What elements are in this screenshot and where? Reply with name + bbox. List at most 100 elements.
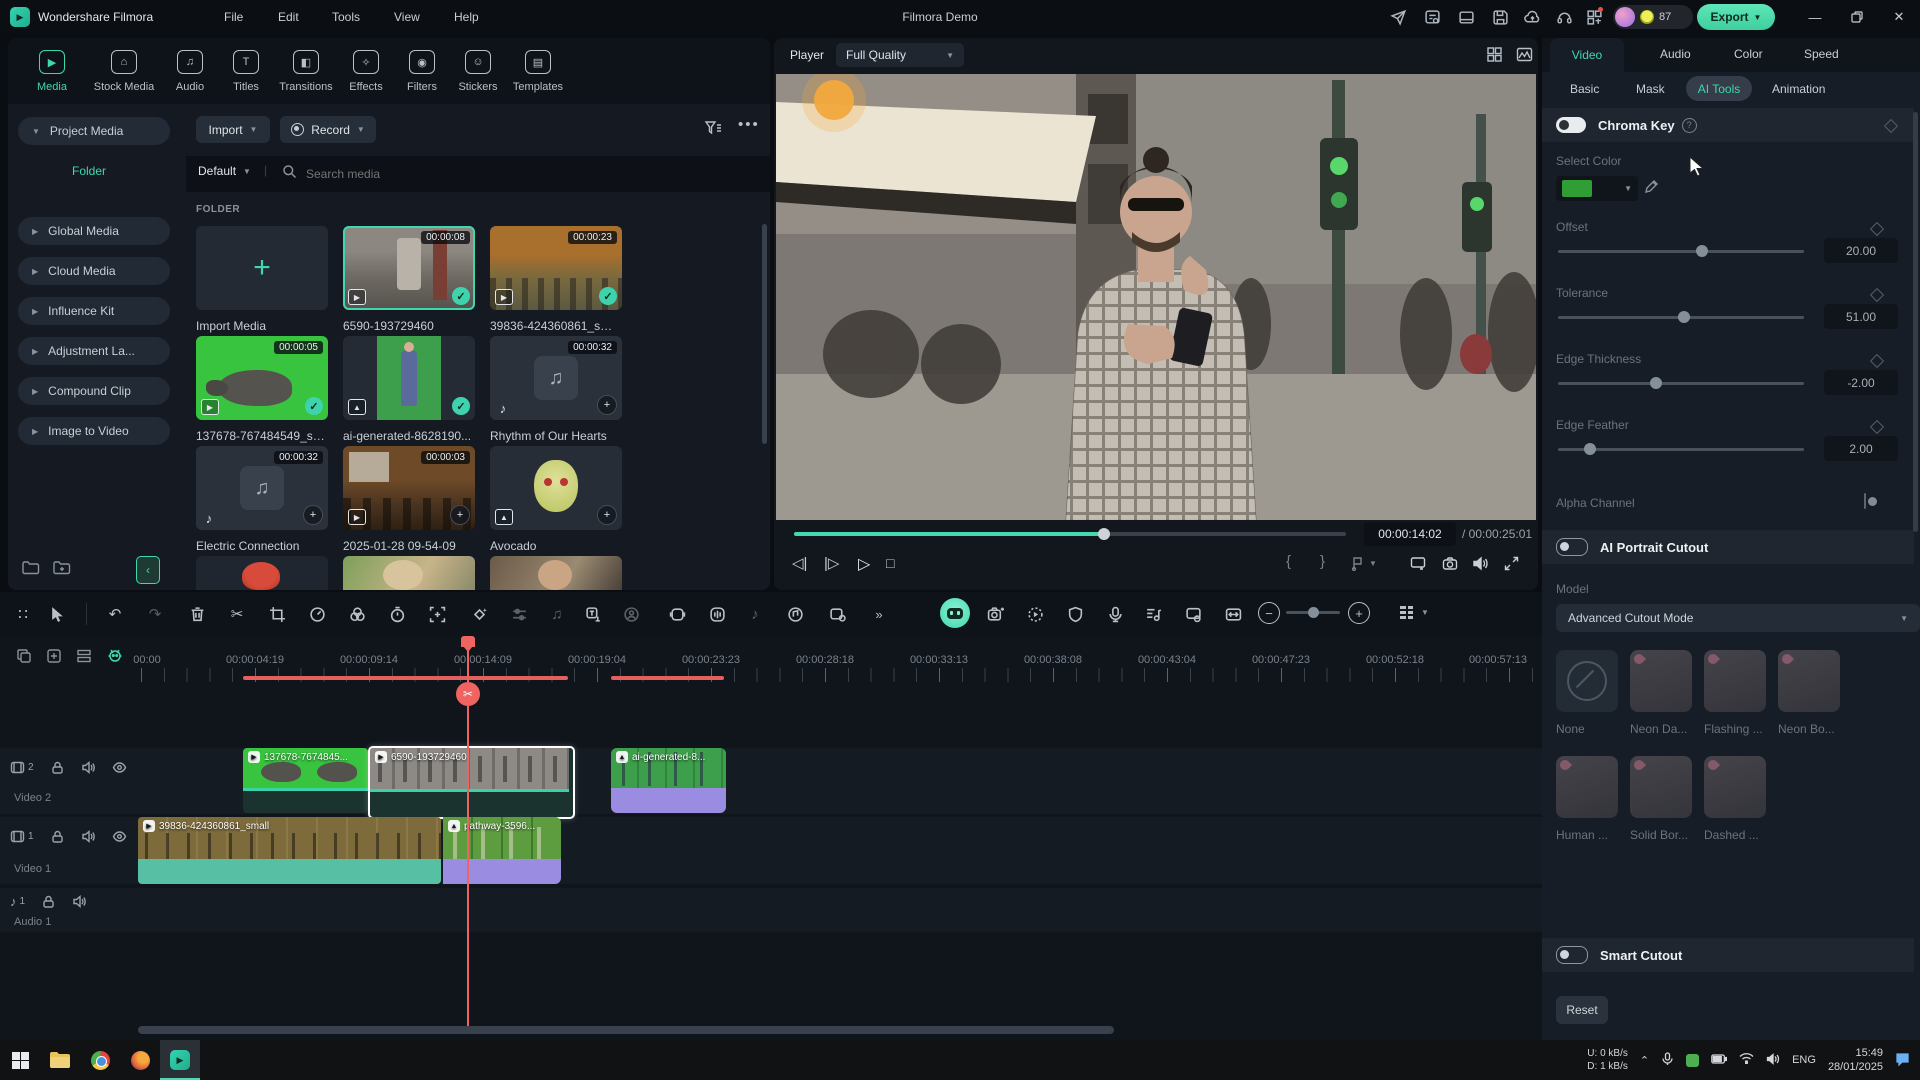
speed-icon[interactable]	[308, 605, 326, 623]
clock[interactable]: 15:49 28/01/2025	[1828, 1046, 1883, 1074]
music-beat-icon[interactable]: ♪	[746, 605, 764, 623]
denoise-icon[interactable]	[708, 605, 726, 623]
firefox-icon[interactable]	[120, 1040, 160, 1080]
media-item[interactable]	[343, 556, 475, 590]
ai-assistant-icon[interactable]	[940, 598, 970, 628]
marker-button[interactable]: ▼	[1350, 556, 1377, 571]
redo-icon[interactable]: ↷	[146, 605, 164, 623]
track-audio-1[interactable]: ♪1 Audio 1	[0, 888, 1542, 932]
media-item[interactable]: 00:00:05 ▶ ✓ 137678-767484549_small	[196, 336, 328, 443]
lock-icon[interactable]	[50, 829, 65, 844]
edge-thickness-value[interactable]: -2.00	[1824, 370, 1898, 395]
subtab-mask[interactable]: Mask	[1636, 82, 1665, 96]
preset-neon-dance[interactable]: Neon Da...	[1630, 650, 1692, 736]
keyframe-diamond-icon[interactable]	[1884, 119, 1898, 133]
add-icon[interactable]: +	[303, 505, 323, 525]
volume-button[interactable]	[1472, 556, 1489, 574]
player-progress-thumb[interactable]	[1098, 528, 1110, 540]
tray-app-icon[interactable]	[1686, 1054, 1699, 1067]
export-button[interactable]: Export ▼	[1697, 4, 1775, 30]
render-preview-icon[interactable]	[1184, 605, 1202, 623]
preset-flashing[interactable]: Flashing ...	[1704, 650, 1766, 736]
tab-media[interactable]: ▶Media	[20, 50, 84, 93]
media-item[interactable]: ♫ 00:00:32 ♪ + Rhythm of Our Hearts	[490, 336, 622, 443]
split-view-icon[interactable]	[1486, 46, 1503, 66]
import-button[interactable]: Import▼	[196, 116, 270, 143]
tab-audio[interactable]: Audio	[1660, 47, 1691, 61]
reset-button[interactable]: Reset	[1556, 996, 1608, 1024]
lock-icon[interactable]	[50, 760, 65, 775]
select-tool-icon[interactable]	[48, 605, 66, 623]
tray-battery-icon[interactable]	[1711, 1053, 1727, 1067]
adjust-icon[interactable]	[510, 605, 528, 623]
sidebar-influence-kit[interactable]: ▶Influence Kit	[18, 297, 170, 325]
clip-pathway[interactable]: ▲pathway-3596...	[443, 817, 561, 884]
slider-thumb[interactable]	[1584, 443, 1596, 455]
tab-video[interactable]: Video	[1550, 38, 1624, 72]
tab-stickers[interactable]: ☺Stickers	[446, 50, 510, 93]
tray-wifi-icon[interactable]	[1739, 1053, 1754, 1067]
tab-stock-media[interactable]: ⌂Stock Media	[92, 50, 156, 93]
menu-tools[interactable]: Tools	[324, 10, 368, 24]
menu-file[interactable]: File	[216, 10, 251, 24]
copy-track-icon[interactable]	[16, 648, 32, 667]
search-input[interactable]	[304, 161, 608, 187]
media-item-import[interactable]: + Import Media	[196, 226, 328, 333]
shield-icon[interactable]	[1066, 605, 1084, 623]
slider-thumb[interactable]	[1696, 245, 1708, 257]
track-video-2[interactable]: 2 Video 2	[0, 748, 1542, 814]
track-layers-icon[interactable]	[76, 648, 92, 667]
video-viewport[interactable]	[776, 74, 1536, 520]
subtab-ai-tools[interactable]: AI Tools	[1686, 76, 1752, 101]
menu-view[interactable]: View	[386, 10, 428, 24]
media-item[interactable]: 00:00:03 ▶ + 2025-01-28 09-54-09	[343, 446, 475, 553]
playhead-cut-button[interactable]: ✂	[456, 682, 480, 706]
tray-volume-icon[interactable]	[1766, 1053, 1780, 1068]
edge-feather-value[interactable]: 2.00	[1824, 436, 1898, 461]
crop-icon[interactable]	[268, 605, 286, 623]
clip-39836[interactable]: ▶39836-424360861_small	[138, 817, 441, 884]
player-progress-track[interactable]	[794, 532, 1346, 536]
workspace-layout-icon[interactable]	[1458, 9, 1475, 29]
chroma-key-toggle[interactable]	[1556, 117, 1586, 133]
preset-human[interactable]: Human ...	[1556, 756, 1618, 842]
mask-tool-icon[interactable]	[622, 605, 640, 623]
hide-track-icon[interactable]	[112, 760, 127, 775]
ai-portrait-toggle[interactable]	[1556, 538, 1588, 556]
media-item[interactable]	[196, 556, 328, 590]
clip-rhino[interactable]: ▶137678-7674845...	[243, 748, 368, 813]
tab-effects[interactable]: ✧Effects	[334, 50, 398, 93]
properties-scrollbar[interactable]	[1913, 112, 1918, 532]
menu-edit[interactable]: Edit	[270, 10, 307, 24]
sidebar-folder[interactable]: Folder	[8, 164, 170, 178]
mute-icon[interactable]	[72, 894, 87, 909]
more-tools-icon[interactable]: »	[870, 605, 888, 623]
keyframe-diamond-icon[interactable]	[1870, 288, 1884, 302]
tab-filters[interactable]: ◉Filters	[390, 50, 454, 93]
add-icon[interactable]: +	[597, 395, 617, 415]
ai-audio-icon[interactable]	[786, 605, 804, 623]
sidebar-adjustment-layer[interactable]: ▶Adjustment La...	[18, 337, 170, 365]
fit-timeline-icon[interactable]	[1224, 605, 1242, 623]
mark-out-button[interactable]: }	[1320, 553, 1325, 570]
media-item[interactable]	[490, 556, 622, 590]
more-options-icon[interactable]: •••	[738, 116, 760, 133]
preview-display-button[interactable]	[1410, 556, 1426, 574]
alpha-channel-toggle[interactable]	[1864, 493, 1866, 509]
project-settings-icon[interactable]	[1424, 9, 1441, 29]
tray-expand-icon[interactable]: ⌃	[1640, 1054, 1649, 1067]
record-voiceover-play-icon[interactable]	[1026, 605, 1044, 623]
cloud-upload-icon[interactable]	[1524, 9, 1541, 29]
stop-button[interactable]: □	[886, 555, 894, 571]
sidebar-cloud-media[interactable]: ▶Cloud Media	[18, 257, 170, 285]
fullscreen-button[interactable]	[1504, 556, 1519, 574]
smart-cutout-toggle[interactable]	[1556, 946, 1588, 964]
maximize-button[interactable]	[1842, 2, 1872, 32]
edge-feather-slider[interactable]	[1558, 448, 1804, 451]
media-item[interactable]: ▲ ✓ ai-generated-8628190...	[343, 336, 475, 443]
color-icon[interactable]	[348, 605, 366, 623]
tab-color[interactable]: Color	[1734, 47, 1763, 61]
start-button[interactable]	[0, 1040, 40, 1080]
sidebar-project-media[interactable]: ▼Project Media	[18, 117, 170, 145]
mute-icon[interactable]	[81, 829, 96, 844]
